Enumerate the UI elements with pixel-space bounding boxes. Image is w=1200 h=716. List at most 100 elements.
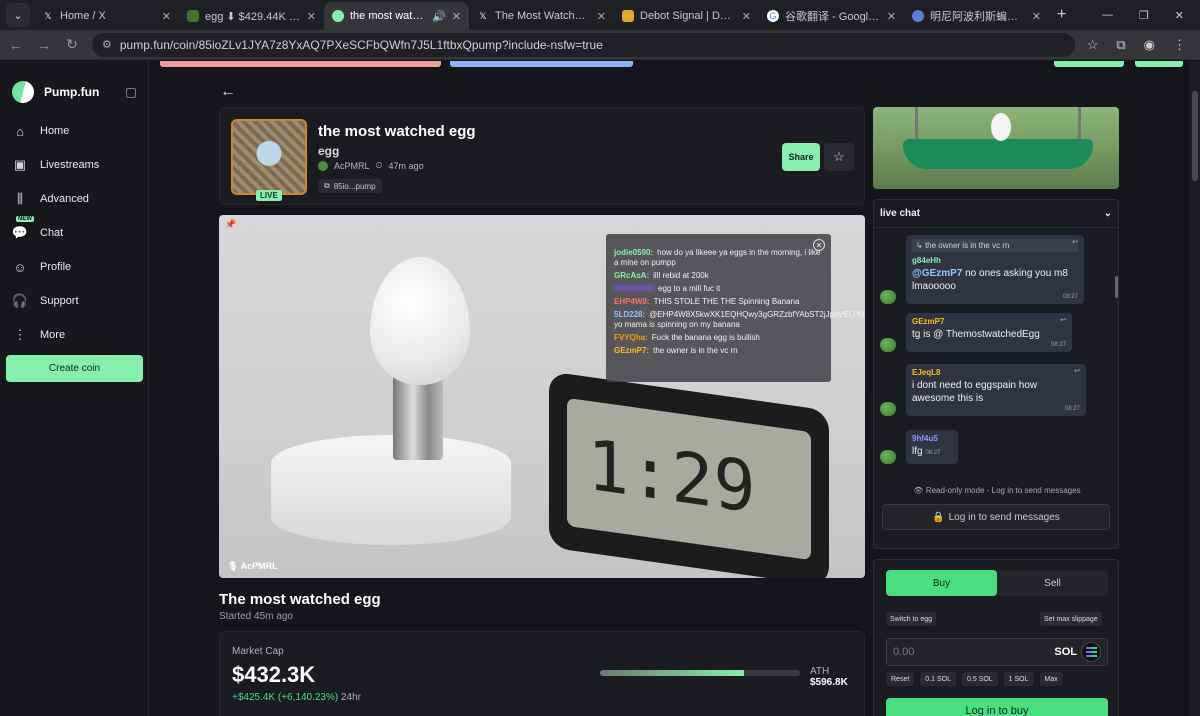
browser-tab-7[interactable]: 明尼阿波利斯蝙蝠侠与猫 ✕ bbox=[904, 2, 1049, 30]
sidebar-item-more[interactable]: ⋮ More bbox=[12, 327, 66, 343]
quick-reset-button[interactable]: Reset bbox=[886, 672, 915, 686]
close-tab-icon[interactable]: ✕ bbox=[1032, 10, 1041, 23]
globe-icon bbox=[912, 10, 924, 22]
sidebar-item-label: Livestreams bbox=[40, 159, 100, 171]
banner-partial[interactable] bbox=[160, 61, 441, 67]
profile-icon[interactable]: ◉ bbox=[1144, 37, 1155, 53]
chat-bubble[interactable]: ↩ ↳ the owner is in the vc rn g84eHh @GE… bbox=[906, 235, 1084, 304]
creator-name[interactable]: AcPMRL bbox=[334, 161, 370, 171]
sidebar-item-home[interactable]: ⌂ Home bbox=[12, 123, 69, 139]
browser-tab-2[interactable]: egg ⬇ $429.44K | GMGN ✕ bbox=[179, 2, 324, 30]
quick-max-button[interactable]: Max bbox=[1039, 672, 1063, 686]
close-tab-icon[interactable]: ✕ bbox=[597, 10, 606, 23]
window-controls: — ❐ ✕ bbox=[1086, 9, 1200, 30]
lock-icon: 🔒 bbox=[932, 511, 945, 523]
change-value: +$425.4K (+6,140.23%) bbox=[232, 692, 339, 703]
overlay-chat-line: jodie0590: how do ya likeee ya eggs in th… bbox=[614, 248, 823, 268]
sidebar-item-advanced[interactable]: ⫼ Advanced bbox=[12, 191, 89, 207]
amount-input[interactable]: 0.00 SOL bbox=[886, 638, 1108, 666]
x-logo-icon: 𝕏 bbox=[479, 10, 487, 21]
scrollbar-thumb[interactable] bbox=[1192, 91, 1198, 181]
reload-icon[interactable]: ↻ bbox=[64, 36, 80, 53]
back-icon[interactable]: ← bbox=[8, 37, 24, 53]
new-tab-button[interactable]: + bbox=[1057, 6, 1066, 24]
sell-tab[interactable]: Sell bbox=[997, 570, 1108, 596]
close-tab-icon[interactable]: ✕ bbox=[307, 10, 316, 23]
chat-message: ↩ EJeqL8 i dont need to eggspain how awe… bbox=[880, 364, 1112, 416]
brand-logo[interactable]: Pump.fun bbox=[7, 76, 99, 108]
sidebar-item-livestreams[interactable]: ▣ Livestreams bbox=[12, 157, 99, 173]
pin-icon[interactable]: 📌 bbox=[225, 219, 236, 230]
reply-icon[interactable]: ↩ bbox=[1072, 238, 1078, 246]
browser-tab-1[interactable]: 𝕏 Home / X ✕ bbox=[34, 2, 179, 30]
browser-tab-4[interactable]: 𝕏 The Most Watched Egg ✕ bbox=[469, 2, 614, 30]
tab-search-button[interactable]: ⌄ bbox=[6, 3, 30, 27]
login-to-buy-button[interactable]: Log in to buy bbox=[886, 698, 1108, 716]
close-tab-icon[interactable]: ✕ bbox=[742, 10, 751, 23]
chat-bubble[interactable]: ↩ GEzmP7 tg is @ ThemostwatchedEgg 08:27 bbox=[906, 313, 1072, 352]
header-button-partial[interactable] bbox=[1054, 61, 1124, 67]
avatar bbox=[880, 338, 896, 352]
reply-icon[interactable]: ↩ bbox=[1060, 316, 1066, 324]
chat-username[interactable]: g84eHh bbox=[912, 256, 1078, 265]
close-overlay-icon[interactable]: ✕ bbox=[813, 239, 825, 251]
chat-bubble[interactable]: ↩ EJeqL8 i dont need to eggspain how awe… bbox=[906, 364, 1086, 416]
browser-tab-6[interactable]: G 谷歌翻译 - Google 搜索 ✕ bbox=[759, 2, 904, 30]
audio-icon[interactable]: 🔊 bbox=[432, 10, 446, 23]
close-tab-icon[interactable]: ✕ bbox=[162, 10, 171, 23]
banner-partial[interactable] bbox=[450, 61, 633, 67]
chevron-down-icon[interactable]: ⌄ bbox=[1104, 208, 1112, 219]
browser-tabbar: ⌄ 𝕏 Home / X ✕ egg ⬇ $429.44K | GMGN ✕ the … bbox=[0, 0, 1200, 30]
sidebar-item-chat[interactable]: 💬 NEW Chat bbox=[12, 216, 63, 241]
max-slippage-button[interactable]: Set max slippage bbox=[1040, 612, 1102, 626]
close-tab-icon[interactable]: ✕ bbox=[887, 10, 896, 23]
minimize-icon[interactable]: — bbox=[1102, 9, 1113, 22]
login-to-chat-button[interactable]: 🔒 Log in to send messages bbox=[882, 504, 1110, 530]
quick-0-5-sol-button[interactable]: 0.5 SOL bbox=[961, 672, 998, 686]
livestream-video[interactable]: 📌 1:29 ✕ jodie0590: how do ya likeee ya e… bbox=[219, 215, 865, 578]
collapse-sidebar-icon[interactable] bbox=[126, 88, 136, 98]
favorite-star-icon[interactable]: ☆ bbox=[824, 143, 854, 171]
sidebar-item-support[interactable]: 🎧 Support bbox=[12, 293, 79, 309]
share-button[interactable]: Share bbox=[782, 143, 820, 171]
mention[interactable]: @GEzmP7 bbox=[912, 268, 962, 279]
create-coin-button[interactable]: Create coin bbox=[6, 355, 143, 382]
video-icon: ▣ bbox=[13, 157, 27, 172]
url-input[interactable]: ⚙ pump.fun/coin/85ioZLv1JYA7z8YxAQ7PXeSC… bbox=[92, 32, 1075, 57]
contract-address-chip[interactable]: ⧉ 85io...pump bbox=[318, 179, 382, 193]
bookmark-star-icon[interactable]: ☆ bbox=[1087, 37, 1099, 53]
chat-time: 08:27 bbox=[925, 450, 941, 456]
overlay-chat-line: FVYQha: Fuck the banana egg is bullish bbox=[614, 333, 823, 343]
frog-icon bbox=[187, 10, 199, 22]
page-scrollbar[interactable] bbox=[1190, 61, 1200, 716]
chat-text: tg is @ ThemostwatchedEgg bbox=[912, 329, 1040, 340]
extensions-icon[interactable]: ⧉ bbox=[1116, 37, 1125, 53]
chat-username[interactable]: 9hf4u5 bbox=[912, 434, 952, 443]
header-button-partial[interactable] bbox=[1135, 61, 1183, 67]
browser-tab-3[interactable]: the most watched egg 🔊 ✕ bbox=[324, 2, 469, 30]
swing-chain bbox=[915, 107, 918, 143]
reply-icon[interactable]: ↩ bbox=[1074, 367, 1080, 375]
buy-tab[interactable]: Buy bbox=[886, 570, 997, 596]
market-cap-value: $432.3K bbox=[232, 662, 316, 687]
close-tab-icon[interactable]: ✕ bbox=[452, 10, 461, 23]
sidebar-item-profile[interactable]: ☺ Profile bbox=[12, 259, 71, 275]
browser-menu-icon[interactable]: ⋮ bbox=[1173, 37, 1186, 53]
chat-scrollbar[interactable] bbox=[1115, 276, 1118, 298]
site-info-icon[interactable]: ⚙ bbox=[102, 38, 112, 51]
back-arrow-icon[interactable]: ← bbox=[220, 83, 236, 101]
chat-message: ↩ GEzmP7 tg is @ ThemostwatchedEgg 08:27 bbox=[880, 312, 1112, 352]
chat-username[interactable]: EJeqL8 bbox=[912, 368, 1080, 377]
browser-tab-5[interactable]: Debot Signal | DeBot - ✕ bbox=[614, 2, 759, 30]
chat-bubble[interactable]: 9hf4u5 lfg 08:27 bbox=[906, 430, 958, 464]
close-window-icon[interactable]: ✕ bbox=[1175, 9, 1184, 22]
coin-image[interactable] bbox=[231, 119, 307, 195]
chat-username[interactable]: GEzmP7 bbox=[912, 317, 1066, 326]
switch-token-button[interactable]: Switch to egg bbox=[886, 612, 937, 626]
restore-icon[interactable]: ❐ bbox=[1139, 9, 1149, 22]
quick-1-sol-button[interactable]: 1 SOL bbox=[1003, 672, 1034, 686]
quick-0-1-sol-button[interactable]: 0.1 SOL bbox=[920, 672, 956, 686]
forward-icon[interactable]: → bbox=[36, 37, 52, 53]
live-chat-header[interactable]: live chat ⌄ bbox=[874, 200, 1118, 228]
chat-text: lfg 08:27 bbox=[912, 445, 952, 460]
